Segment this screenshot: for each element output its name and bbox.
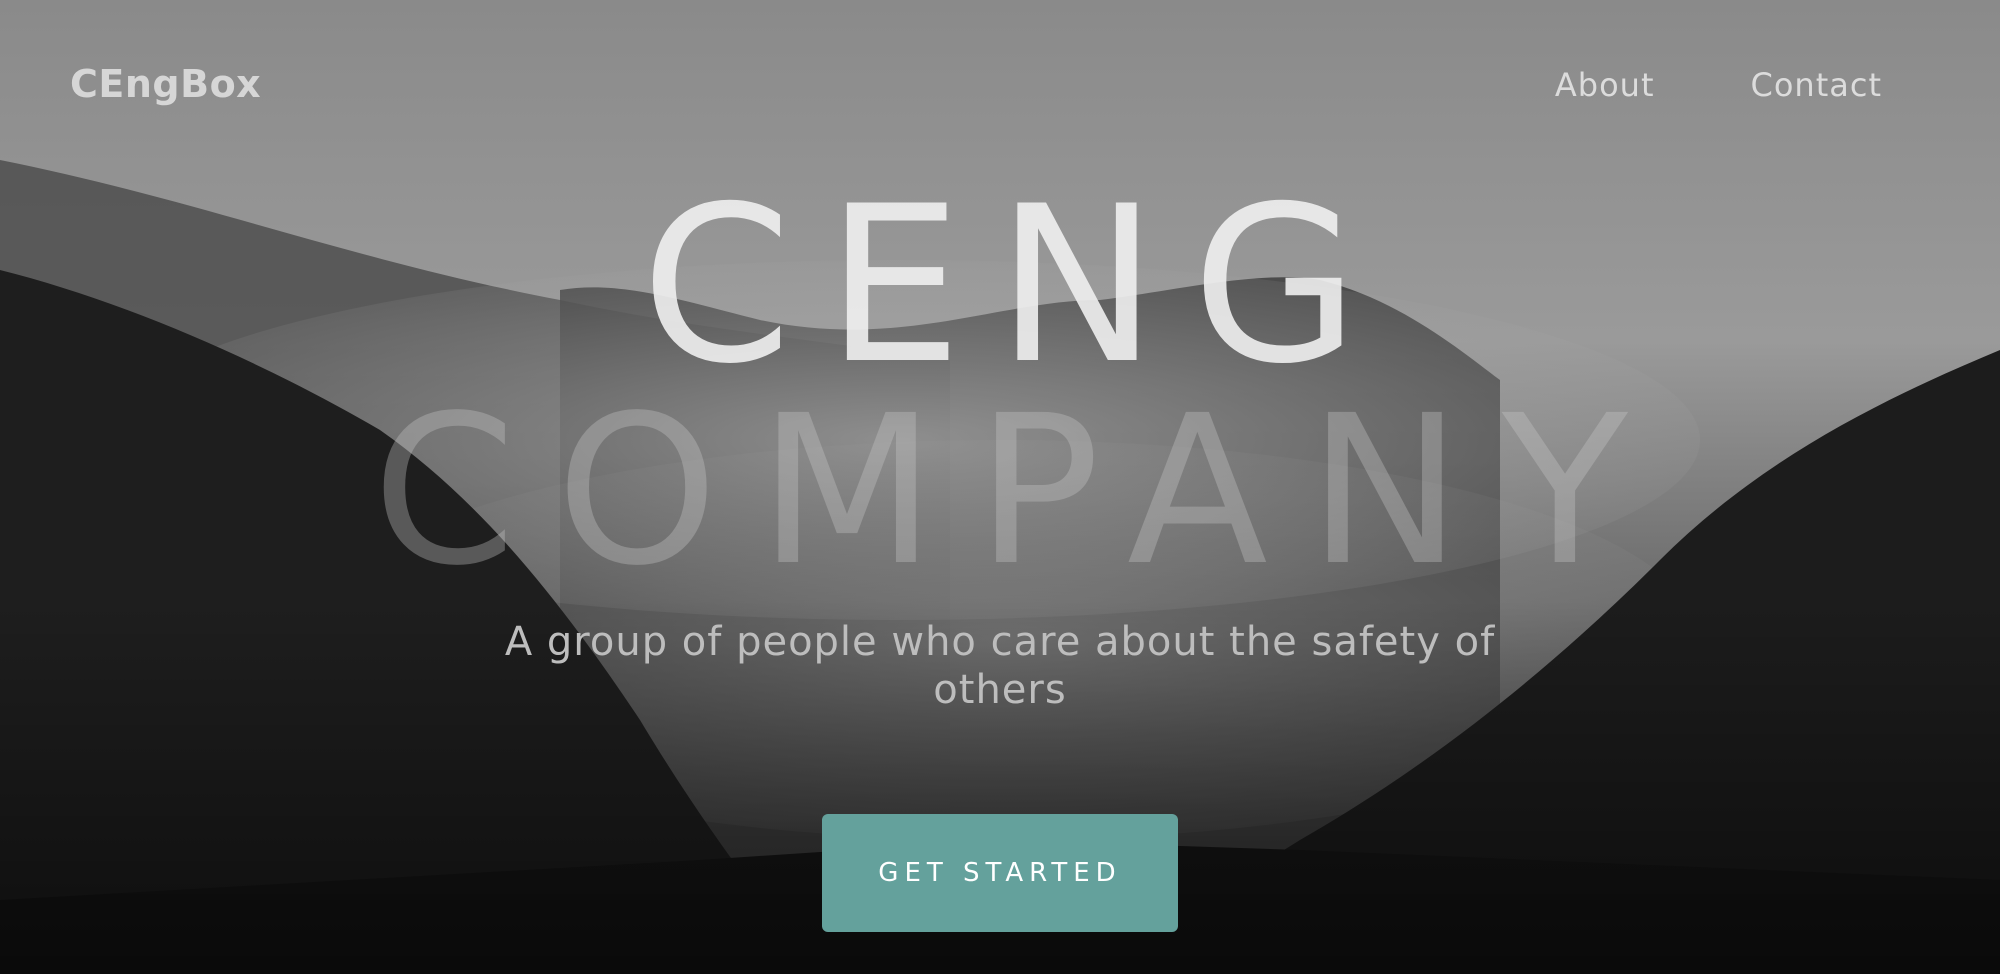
hero-headline-line2: COMPANY bbox=[372, 371, 1668, 611]
nav-link-contact[interactable]: Contact bbox=[1751, 66, 1883, 104]
brand-logo-link[interactable]: CEngBox bbox=[70, 62, 261, 106]
get-started-button[interactable]: GET STARTED bbox=[822, 814, 1178, 932]
hero-headline-line1: CENG bbox=[640, 160, 1394, 411]
hero-tagline: A group of people who care about the saf… bbox=[504, 619, 1496, 713]
nav-link-about[interactable]: About bbox=[1555, 66, 1655, 104]
top-navigation: About Contact bbox=[1555, 66, 1882, 104]
hero-section: CEngBox About Contact CENG COMPANY A gro… bbox=[0, 0, 2000, 974]
